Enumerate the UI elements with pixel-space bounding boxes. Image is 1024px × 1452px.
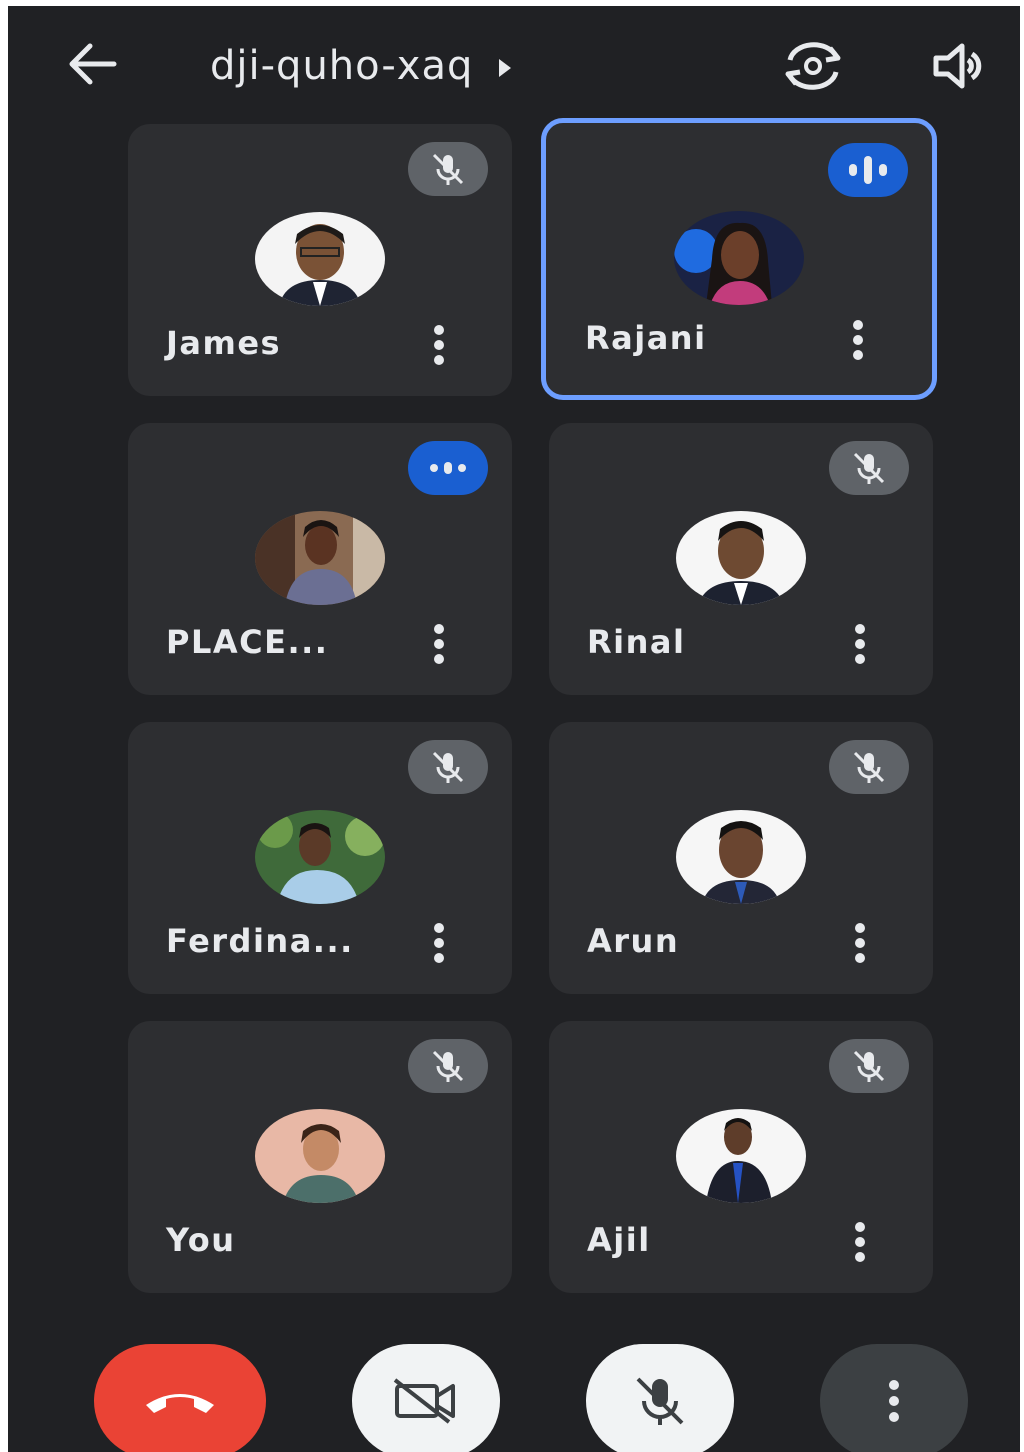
speaking-indicator-badge: [828, 143, 908, 197]
participant-name: Rajani: [585, 319, 707, 357]
audio-level-icon: [430, 462, 466, 474]
mic-off-icon: [853, 751, 885, 783]
audio-level-icon: [849, 156, 887, 184]
participant-menu-button[interactable]: [843, 317, 873, 363]
mic-muted-badge: [408, 1039, 488, 1093]
participant-name: PLACE...: [166, 623, 329, 661]
speaker-icon: [933, 43, 982, 89]
arrow-left-icon: [69, 43, 117, 85]
more-vertical-icon: [889, 1380, 899, 1422]
avatar: [674, 211, 804, 305]
participant-menu-button[interactable]: [424, 621, 454, 667]
switch-camera-button[interactable]: [778, 36, 848, 96]
mic-off-icon: [432, 153, 464, 185]
participant-name: James: [166, 324, 282, 362]
avatar: [676, 511, 806, 605]
phone-hangup-icon: [146, 1394, 214, 1413]
mic-off-icon: [432, 1050, 464, 1082]
participant-tile-you[interactable]: You: [128, 1021, 512, 1293]
mic-on-badge: [408, 441, 488, 495]
avatar: [255, 810, 385, 904]
camera-toggle-button[interactable]: [352, 1344, 500, 1452]
participant-name: Ferdina...: [166, 922, 354, 960]
end-call-button[interactable]: [94, 1344, 266, 1452]
participant-menu-button[interactable]: [845, 1219, 875, 1265]
mic-muted-badge: [829, 740, 909, 794]
mic-toggle-button[interactable]: [586, 1344, 734, 1452]
mic-muted-badge: [829, 441, 909, 495]
participant-tile-ajil[interactable]: Ajil: [549, 1021, 933, 1293]
chevron-right-icon: [499, 59, 512, 77]
participant-menu-button[interactable]: [424, 322, 454, 368]
mic-muted-badge: [408, 740, 488, 794]
mic-off-icon: [432, 751, 464, 783]
participant-tile-rajani[interactable]: Rajani: [541, 118, 937, 400]
mic-off-icon: [853, 452, 885, 484]
participant-menu-button[interactable]: [845, 621, 875, 667]
participant-tile-place[interactable]: PLACE...: [128, 423, 512, 695]
participant-name: Ajil: [587, 1221, 651, 1259]
participant-tile-james[interactable]: James: [128, 124, 512, 396]
avatar: [255, 212, 385, 306]
camera-off-icon: [393, 1378, 455, 1424]
participant-name: Arun: [587, 922, 680, 960]
participant-menu-button[interactable]: [424, 920, 454, 966]
speaker-button[interactable]: [928, 36, 996, 96]
meeting-code: dji-quho-xaq: [210, 43, 474, 89]
avatar: [255, 511, 385, 605]
participant-name: Rinal: [587, 623, 686, 661]
participant-menu-button[interactable]: [845, 920, 875, 966]
mic-off-icon: [853, 1050, 885, 1082]
more-vertical-icon: [855, 923, 865, 963]
avatar: [255, 1109, 385, 1203]
back-button[interactable]: [60, 36, 124, 92]
mic-off-icon: [636, 1377, 684, 1425]
participant-tile-arun[interactable]: Arun: [549, 722, 933, 994]
meeting-title[interactable]: dji-quho-xaq: [210, 36, 512, 96]
participant-tile-rinal[interactable]: Rinal: [549, 423, 933, 695]
more-options-button[interactable]: [820, 1344, 968, 1452]
more-vertical-icon: [434, 923, 444, 963]
meet-call-screen: dji-quho-xaq James Rajani PLACE... Rinal…: [8, 6, 1020, 1452]
more-vertical-icon: [434, 325, 444, 365]
more-vertical-icon: [434, 624, 444, 664]
more-vertical-icon: [855, 1222, 865, 1262]
mic-muted-badge: [829, 1039, 909, 1093]
avatar: [676, 1109, 806, 1203]
more-vertical-icon: [855, 624, 865, 664]
more-vertical-icon: [853, 320, 863, 360]
switch-camera-icon: [785, 42, 841, 90]
participant-name: You: [166, 1221, 236, 1259]
participant-tile-ferdina[interactable]: Ferdina...: [128, 722, 512, 994]
avatar: [676, 810, 806, 904]
mic-muted-badge: [408, 142, 488, 196]
